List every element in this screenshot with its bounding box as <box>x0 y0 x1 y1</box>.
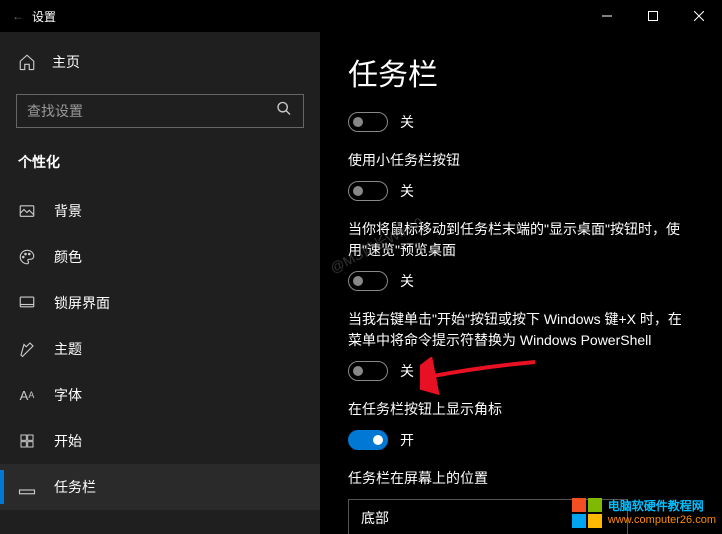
toggle-1[interactable] <box>348 112 388 132</box>
sidebar-item-themes[interactable]: 主题 <box>0 326 320 372</box>
lockscreen-icon <box>18 294 36 312</box>
windows-logo-icon <box>572 498 602 528</box>
toggle-1-state: 关 <box>400 112 414 132</box>
sidebar-item-taskbar[interactable]: 任务栏 <box>0 464 320 510</box>
sidebar-item-label: 字体 <box>54 385 82 405</box>
sidebar-item-label: 任务栏 <box>54 477 96 497</box>
setting-desc-position: 任务栏在屏幕上的位置 <box>348 468 694 489</box>
sidebar-item-colors[interactable]: 颜色 <box>0 234 320 280</box>
back-icon[interactable]: ← <box>12 9 24 23</box>
content-area: 任务栏 关 使用小任务栏按钮 关 当你将鼠标移动到任务栏末端的"显示桌面"按钮时… <box>320 32 722 534</box>
sidebar-item-fonts[interactable]: AA 字体 <box>0 372 320 418</box>
page-title: 任务栏 <box>348 50 694 94</box>
footer-line1: 电脑软硬件教程网 <box>608 499 716 513</box>
sidebar-item-label: 主题 <box>54 339 82 359</box>
theme-icon <box>18 340 36 358</box>
window-title: 设置 <box>32 8 56 25</box>
picture-icon <box>18 202 36 220</box>
titlebar: ← 设置 <box>0 0 722 32</box>
sidebar-item-label: 锁屏界面 <box>54 293 110 313</box>
toggle-small-buttons[interactable] <box>348 181 388 201</box>
minimize-button[interactable] <box>584 0 630 32</box>
annotation-arrow-icon <box>420 357 540 397</box>
setting-desc-small-buttons: 使用小任务栏按钮 <box>348 150 694 171</box>
setting-desc-badges: 在任务栏按钮上显示角标 <box>348 399 694 420</box>
palette-icon <box>18 248 36 266</box>
home-label: 主页 <box>52 52 80 72</box>
home-icon <box>18 53 36 71</box>
sidebar-item-start[interactable]: 开始 <box>0 418 320 464</box>
maximize-button[interactable] <box>630 0 676 32</box>
start-icon <box>18 432 36 450</box>
sidebar-item-lockscreen[interactable]: 锁屏界面 <box>0 280 320 326</box>
close-button[interactable] <box>676 0 722 32</box>
font-icon: AA <box>18 386 36 404</box>
toggle-small-buttons-state: 关 <box>400 181 414 201</box>
search-icon <box>276 101 292 122</box>
search-input[interactable] <box>16 94 304 128</box>
toggle-badges-state: 开 <box>400 430 414 450</box>
sidebar-item-label: 背景 <box>54 201 82 221</box>
taskbar-icon <box>18 478 36 496</box>
category-label: 个性化 <box>0 144 320 188</box>
toggle-peek[interactable] <box>348 271 388 291</box>
toggle-badges[interactable] <box>348 430 388 450</box>
home-link[interactable]: 主页 <box>0 40 320 84</box>
position-value: 底部 <box>361 510 389 526</box>
sidebar: 主页 个性化 背景 颜色 锁屏界面 主题 <box>0 32 320 534</box>
setting-desc-powershell: 当我右键单击"开始"按钮或按下 Windows 键+X 时，在菜单中将命令提示符… <box>348 309 694 351</box>
footer-line2: www.computer26.com <box>608 514 716 527</box>
toggle-peek-state: 关 <box>400 271 414 291</box>
sidebar-item-label: 颜色 <box>54 247 82 267</box>
toggle-powershell[interactable] <box>348 361 388 381</box>
toggle-powershell-state: 关 <box>400 361 414 381</box>
sidebar-item-background[interactable]: 背景 <box>0 188 320 234</box>
footer-watermark: 电脑软硬件教程网 www.computer26.com <box>572 498 716 528</box>
sidebar-item-label: 开始 <box>54 431 82 451</box>
setting-desc-peek: 当你将鼠标移动到任务栏末端的"显示桌面"按钮时，使用"速览"预览桌面 <box>348 219 694 261</box>
